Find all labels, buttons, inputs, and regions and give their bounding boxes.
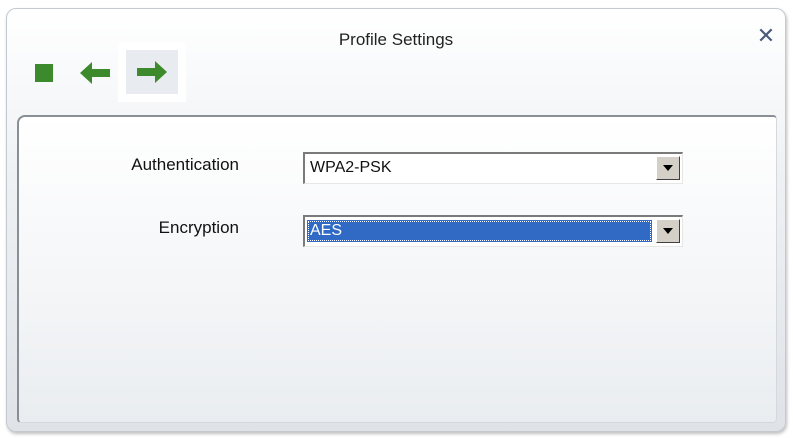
chevron-down-icon: [663, 165, 673, 171]
stop-button[interactable]: [31, 47, 57, 99]
authentication-value: WPA2-PSK: [310, 159, 392, 176]
arrow-left-icon: [80, 62, 110, 84]
next-button[interactable]: [118, 42, 186, 102]
chevron-down-icon: [663, 228, 673, 234]
back-button[interactable]: [77, 47, 113, 99]
arrow-right-icon: [137, 61, 167, 83]
profile-settings-window: Profile Settings ✕ Authentication WPA2-P…: [6, 8, 786, 432]
encryption-dropdown-button[interactable]: [656, 219, 680, 243]
encryption-value: AES: [307, 220, 652, 242]
authentication-dropdown-button[interactable]: [656, 156, 680, 180]
stop-square-icon: [35, 64, 53, 82]
authentication-select[interactable]: WPA2-PSK: [303, 152, 683, 184]
encryption-select[interactable]: AES: [303, 215, 683, 247]
encryption-label: Encryption: [158, 218, 239, 237]
close-icon[interactable]: ✕: [755, 25, 777, 47]
authentication-label: Authentication: [131, 155, 239, 174]
settings-panel: Authentication WPA2-PSK Encryption AES: [17, 115, 777, 423]
